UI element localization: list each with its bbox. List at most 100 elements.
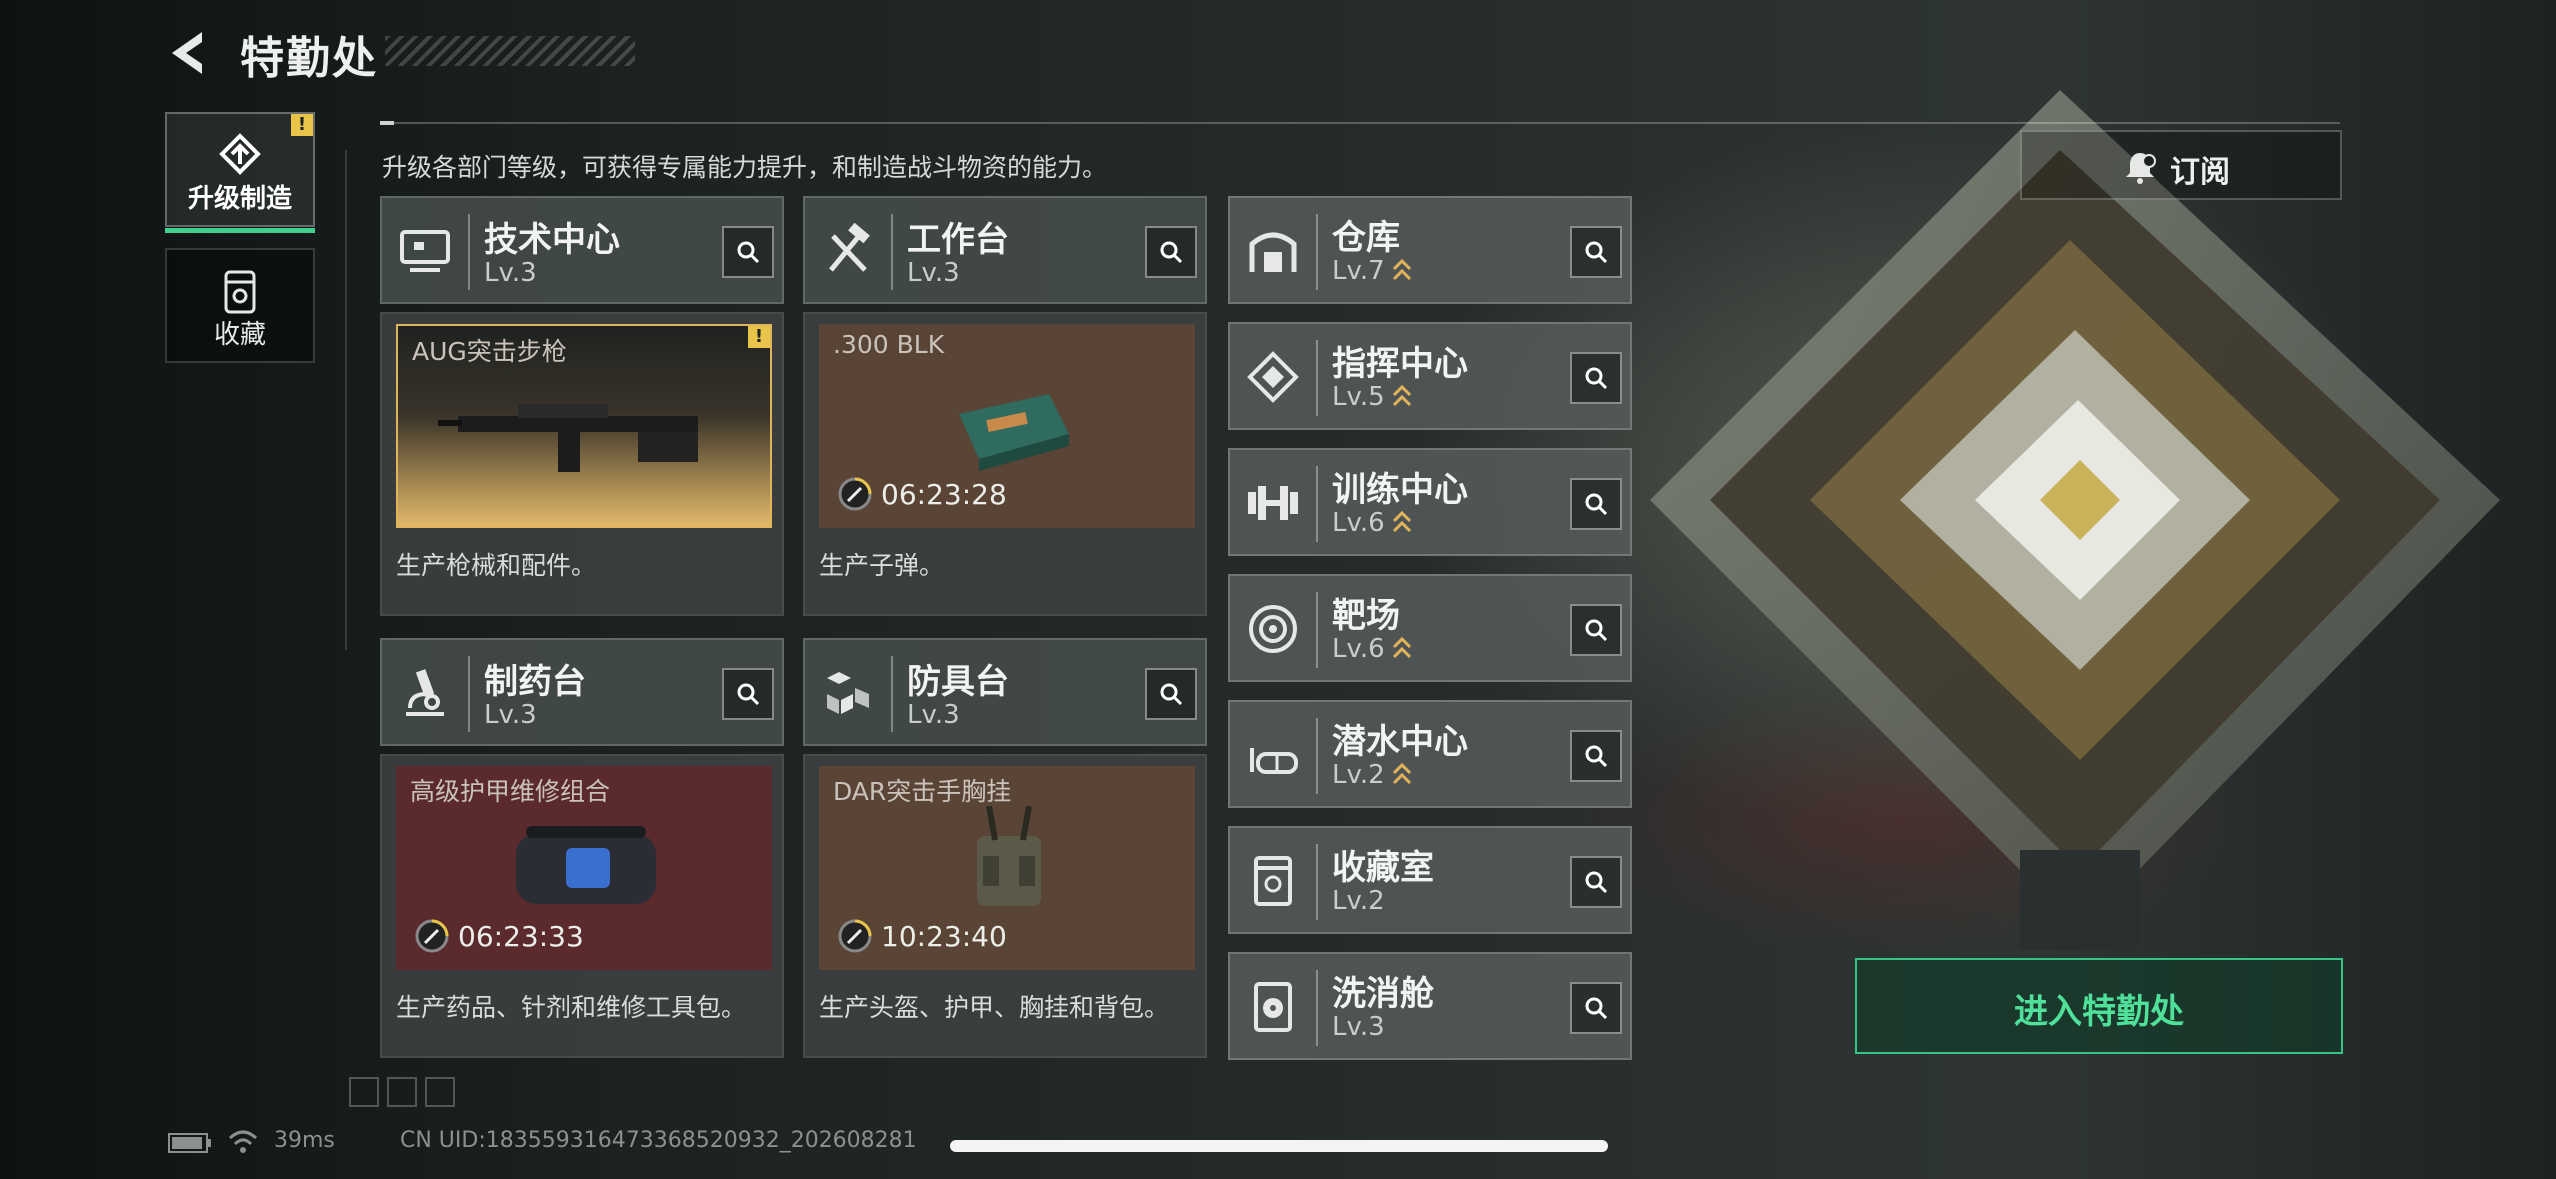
production-slot[interactable]: AUG突击步枪 !	[396, 324, 772, 528]
workstation-name: 工作台	[907, 220, 1009, 260]
room-collection-room[interactable]: 收藏室 Lv.2	[1228, 826, 1632, 934]
search-icon	[1585, 493, 1608, 516]
search-button[interactable]	[1570, 982, 1622, 1034]
workstation-header[interactable]: 技术中心 Lv.3	[380, 196, 784, 304]
workstation-level: Lv.3	[907, 700, 960, 730]
separator	[1316, 718, 1318, 794]
separator	[1316, 340, 1318, 416]
search-icon	[1585, 997, 1608, 1020]
separator	[1316, 466, 1318, 542]
search-icon	[737, 683, 760, 706]
separator	[1316, 844, 1318, 920]
upgrade-available-icon	[1392, 510, 1411, 533]
computer-icon	[400, 230, 450, 272]
enter-special-ops-button[interactable]: 进入特勤处	[1855, 958, 2343, 1054]
dumbbell-icon	[1248, 486, 1298, 520]
search-button[interactable]	[1570, 604, 1622, 656]
tab-upgrade-manufacture[interactable]: 升级制造 !	[165, 112, 315, 233]
search-button[interactable]	[1570, 478, 1622, 530]
separator	[468, 214, 470, 290]
separator	[1316, 970, 1318, 1046]
radiation-chamber-icon	[1254, 982, 1292, 1032]
wrench-progress-icon	[838, 477, 872, 511]
search-button[interactable]	[722, 668, 774, 720]
search-icon	[1585, 745, 1608, 768]
title-decoration	[385, 36, 635, 66]
workstation-header[interactable]: 制药台 Lv.3	[380, 638, 784, 746]
search-button[interactable]	[722, 226, 774, 278]
search-button[interactable]	[1145, 226, 1197, 278]
bell-icon	[2126, 153, 2156, 184]
facility-cube-artwork	[1650, 90, 2500, 950]
product-name: .300 BLK	[833, 330, 945, 359]
rifle-image	[438, 404, 698, 472]
search-button[interactable]	[1570, 226, 1622, 278]
search-icon	[1160, 241, 1183, 264]
diving-mask-icon	[1250, 748, 1298, 774]
collection-case-icon	[224, 270, 256, 314]
armor-blocks-icon	[827, 672, 869, 714]
hammer-wrench-icon	[829, 222, 870, 272]
ammo-box-image	[959, 394, 1069, 471]
tab-label: 升级制造	[187, 184, 292, 214]
subscribe-button[interactable]: 订阅	[2020, 130, 2342, 200]
production-slot[interactable]: 高级护甲维修组合 06:23:33	[396, 766, 772, 970]
command-chip-icon	[1247, 351, 1299, 403]
page-title: 特勤处	[240, 33, 378, 84]
room-decontamination-chamber[interactable]: 洗消舱 Lv.3	[1228, 952, 1632, 1060]
upgrade-available-icon	[1392, 384, 1411, 407]
workstation-level: Lv.3	[907, 258, 960, 288]
enter-button-label: 进入特勤处	[2014, 992, 2184, 1032]
page-description: 升级各部门等级，可获得专属能力提升，和制造战斗物资的能力。	[382, 153, 1108, 182]
production-slot[interactable]: DAR突击手胸挂 10:23:40	[819, 766, 1195, 970]
search-icon	[1585, 871, 1608, 894]
repair-kit-bag-image	[516, 826, 656, 904]
room-name: 指挥中心	[1332, 344, 1468, 384]
room-level: Lv.6	[1332, 508, 1385, 538]
tab-label: 收藏	[213, 320, 266, 350]
separator	[891, 214, 893, 290]
tab-collection[interactable]: 收藏	[165, 248, 315, 363]
user-uid: CN UID:18355931647336852093​2_202608281	[400, 1128, 917, 1153]
workstation-header[interactable]: 防具台 Lv.3	[803, 638, 1207, 746]
room-command-center[interactable]: 指挥中心 Lv.5	[1228, 322, 1632, 430]
upgrade-available-icon	[1392, 258, 1411, 281]
room-level: Lv.2	[1332, 886, 1385, 916]
room-level: Lv.2	[1332, 760, 1385, 790]
subscribe-label: 订阅	[2170, 155, 2230, 190]
room-diving-center[interactable]: 潜水中心 Lv.2	[1228, 700, 1632, 808]
room-training-center[interactable]: 训练中心 Lv.6	[1228, 448, 1632, 556]
search-icon	[1585, 619, 1608, 642]
room-name: 收藏室	[1332, 848, 1434, 888]
product-name: 高级护甲维修组合	[410, 777, 611, 806]
workstation-name: 技术中心	[484, 220, 620, 260]
search-button[interactable]	[1570, 352, 1622, 404]
workstation-body: 高级护甲维修组合 06:23:33 生产药品、针剂和维修工具包。	[380, 754, 784, 1058]
separator	[1316, 592, 1318, 668]
room-level: Lv.3	[1332, 1012, 1385, 1042]
wrench-progress-icon	[838, 919, 872, 953]
search-button[interactable]	[1570, 856, 1622, 908]
upgrade-available-icon	[1392, 762, 1411, 785]
room-name: 潜水中心	[1332, 722, 1468, 762]
battery-icon	[168, 1133, 211, 1153]
search-button[interactable]	[1570, 730, 1622, 782]
room-name: 训练中心	[1332, 470, 1468, 510]
home-indicator[interactable]	[950, 1140, 1608, 1152]
corner-decoration	[349, 1077, 455, 1107]
back-arrow-icon[interactable]	[164, 28, 214, 78]
workstation-level: Lv.3	[484, 258, 537, 288]
room-warehouse[interactable]: 仓库 Lv.7	[1228, 196, 1632, 304]
workstation-body: .300 BLK 06:23:28 生产子弹。	[803, 312, 1207, 616]
timer-text: 06:23:28	[881, 478, 1007, 511]
workstation-body: DAR突击手胸挂 10:23:40 生产头盔、护甲、胸挂和背包。	[803, 754, 1207, 1058]
workstation-header[interactable]: 工作台 Lv.3	[803, 196, 1207, 304]
production-slot[interactable]: .300 BLK 06:23:28	[819, 324, 1195, 528]
search-button[interactable]	[1145, 668, 1197, 720]
product-name: DAR突击手胸挂	[833, 777, 1012, 806]
alert-badge: !	[291, 114, 313, 136]
search-icon	[1585, 241, 1608, 264]
search-icon	[1160, 683, 1183, 706]
collection-case-icon	[1254, 856, 1292, 906]
room-shooting-range[interactable]: 靶场 Lv.6	[1228, 574, 1632, 682]
